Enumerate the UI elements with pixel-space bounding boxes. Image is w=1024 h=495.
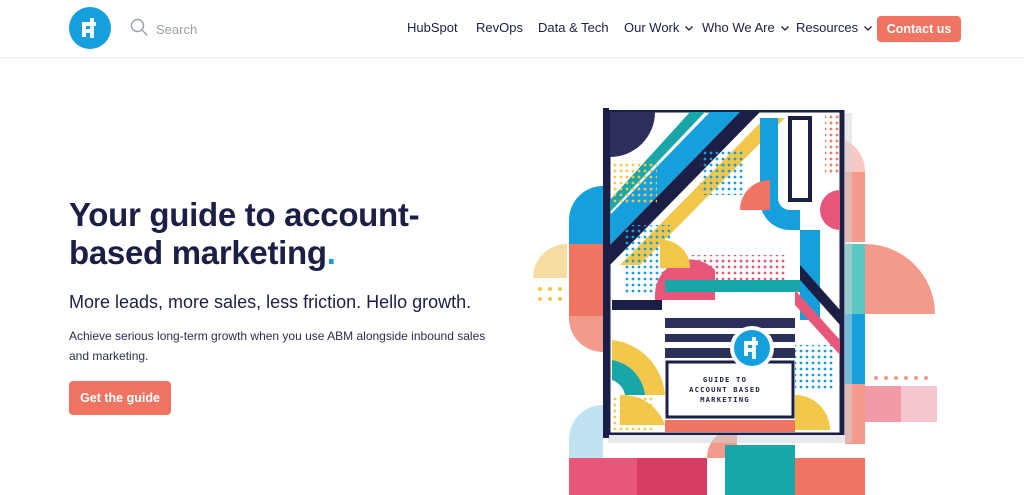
hero-title-dot: .: [326, 234, 336, 271]
nav-item-label: Data & Tech: [538, 20, 609, 35]
get-the-guide-button[interactable]: Get the guide: [69, 381, 171, 415]
site-header: HubSpot RevOps Data & Tech Our Work Who …: [0, 0, 1024, 58]
nav-item-resources[interactable]: Resources: [796, 20, 873, 35]
nav-item-who-we-are[interactable]: Who We Are: [702, 20, 790, 35]
hero-description: Achieve serious long-term growth when yo…: [69, 329, 486, 363]
nav-item-label: Our Work: [624, 20, 680, 35]
search-icon[interactable]: [130, 18, 148, 41]
book-cover-label: GUIDE TO ACCOUNT BASED MARKETING: [670, 375, 780, 405]
hero-title-line-2: based marketing: [69, 234, 327, 271]
nav-item-label: Who We Are: [702, 20, 775, 35]
contact-us-button[interactable]: Contact us: [877, 16, 961, 42]
nav-item-data-tech[interactable]: Data & Tech: [538, 20, 609, 35]
brand-logo-icon[interactable]: [69, 7, 111, 49]
nav-item-revops[interactable]: RevOps: [476, 20, 523, 35]
nav-item-label: RevOps: [476, 20, 523, 35]
search-box[interactable]: [130, 18, 276, 41]
chevron-down-icon: [864, 25, 873, 31]
nav-item-our-work[interactable]: Our Work: [624, 20, 694, 35]
chevron-down-icon: [780, 25, 789, 31]
nav-item-label: Resources: [796, 20, 859, 35]
book-label-line-2: ACCOUNT BASED: [689, 385, 761, 394]
chevron-down-icon: [685, 25, 694, 31]
nav-item-hubspot[interactable]: HubSpot: [407, 20, 458, 35]
hero-subtitle: More leads, more sales, less friction. H…: [69, 292, 472, 312]
hero-title-line-1: Your guide to account-: [69, 196, 420, 233]
book-label-line-1: GUIDE TO: [702, 375, 748, 384]
nav-item-label: HubSpot: [407, 20, 458, 35]
book-label-line-3: MARKETING: [700, 395, 750, 404]
hero-title: Your guide to account- based marketing.: [69, 196, 489, 272]
search-input[interactable]: [156, 21, 276, 37]
abm-guide-book-illustration: [533, 108, 937, 495]
